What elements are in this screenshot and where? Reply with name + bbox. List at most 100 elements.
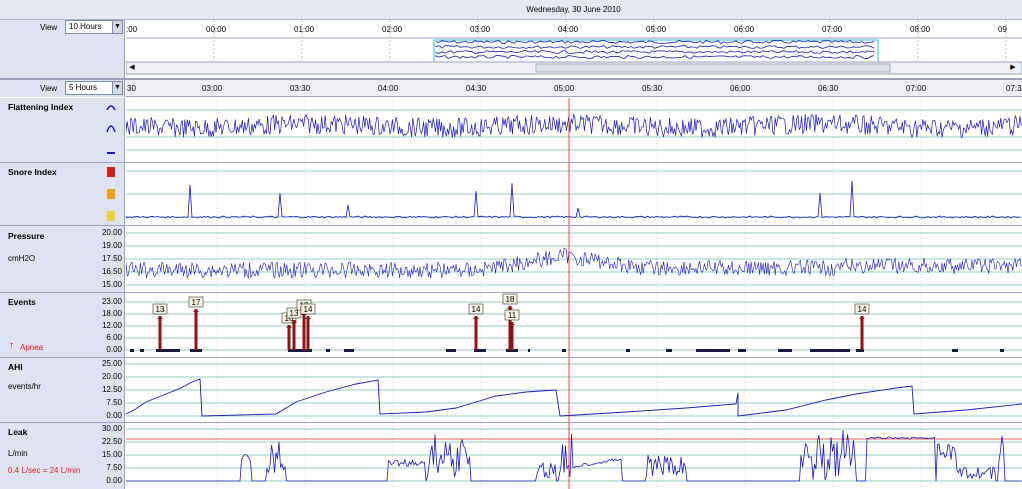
- snore-icon: [107, 167, 115, 177]
- event-marker: [1000, 349, 1004, 352]
- svg-text:18: 18: [506, 295, 515, 304]
- flattening-title: Flattening Index: [8, 102, 74, 112]
- y-axis-tick: 20.00: [101, 372, 122, 381]
- ahi-chart[interactable]: [126, 358, 1022, 422]
- scroll-right-icon[interactable]: ▶: [1008, 63, 1018, 73]
- event-label: 13: [152, 303, 168, 315]
- leak-trace: [126, 430, 1022, 482]
- svg-text:13: 13: [290, 309, 299, 318]
- ahi-left: AHI events/hr 25.00 20.00 12.50 7.50 0.00: [0, 358, 125, 422]
- events-left: Events ↑ Apnea 23.00 18.00 12.00 6.00 0.00: [0, 293, 125, 357]
- ahi-unit: events/hr: [8, 382, 41, 391]
- overview-time-tick: 07:00: [822, 25, 843, 34]
- snore-chart[interactable]: [126, 163, 1022, 225]
- detail-right-tick: 07:3: [1006, 84, 1022, 93]
- chevron-up-icon: [106, 105, 116, 111]
- detail-time-tick: 03:30: [290, 84, 311, 93]
- event-label: 17: [188, 296, 204, 308]
- apnea-icon: ↑: [9, 340, 14, 351]
- event-marker: [562, 349, 566, 352]
- event-label: 11: [504, 309, 520, 321]
- events-title: Events: [8, 297, 36, 307]
- apnea-icon: [193, 309, 199, 312]
- apnea-icon: [473, 316, 479, 319]
- overview-left-panel: View 10 Hours ▼: [0, 20, 125, 78]
- detail-time-tick: 05:30: [642, 84, 663, 93]
- y-axis-tick: 12.00: [101, 321, 122, 330]
- flattening-trace: [126, 113, 1022, 139]
- event-marker: [130, 349, 134, 352]
- event-label: 14: [468, 303, 484, 315]
- overview-chart[interactable]: :00 00:00 01:00 02:00 03:00 04:00 05:00 06:00 0…: [126, 20, 1022, 78]
- overview-time-tick: 03:00: [470, 25, 491, 34]
- pressure-trace: [126, 247, 1022, 279]
- detail-time-tick: 06:30: [818, 84, 839, 93]
- y-axis-tick: 7.50: [106, 398, 122, 407]
- y-axis-tick: 0.00: [106, 411, 122, 420]
- detail-time-tick: 07:00: [906, 84, 927, 93]
- detail-time-tick: 06:00: [730, 84, 751, 93]
- overview-time-tick: 00:00: [206, 25, 227, 34]
- detail-left-tick: 30: [127, 84, 136, 93]
- leak-title: Leak: [8, 427, 28, 437]
- overview-time-tick: 05:00: [646, 25, 667, 34]
- svg-text:13: 13: [156, 305, 165, 314]
- detail-time-tick: 03:00: [202, 84, 223, 93]
- overview-scrollbar-thumb[interactable]: [535, 63, 891, 73]
- apnea-icon: [157, 316, 163, 319]
- event-marker: [666, 349, 672, 352]
- snore-icon: [107, 211, 115, 221]
- detail-view-value: 5 Hours: [69, 83, 98, 92]
- y-axis-tick: 0.00: [106, 345, 122, 354]
- detail-view-select[interactable]: 5 Hours ▼: [65, 81, 123, 95]
- flattening-chart[interactable]: [126, 98, 1022, 162]
- event-marker: [626, 349, 630, 352]
- y-axis-tick: 15.00: [101, 280, 122, 289]
- event-marker: [810, 349, 850, 352]
- leak-chart[interactable]: [126, 423, 1022, 489]
- pressure-title: Pressure: [8, 231, 45, 241]
- apnea-icon: [305, 316, 311, 319]
- event-marker: [446, 349, 456, 352]
- chevron-mid-icon: [106, 125, 116, 133]
- date-title: Wednesday, 30 June 2010: [526, 5, 621, 14]
- detail-left-header: View 5 Hours ▼: [0, 80, 125, 97]
- apnea-icon: [507, 306, 513, 309]
- overview-time-tick: 02:00: [382, 25, 403, 34]
- apnea-legend: Apnea: [20, 343, 44, 352]
- event-label: 18: [502, 293, 518, 305]
- svg-text:14: 14: [472, 305, 481, 314]
- dropdown-icon[interactable]: ▼: [112, 82, 122, 94]
- svg-text:17: 17: [192, 298, 201, 307]
- svg-text:14: 14: [858, 305, 867, 314]
- detail-time-tick: 04:30: [466, 84, 487, 93]
- flattening-left: Flattening Index: [0, 98, 125, 162]
- event-marker: [778, 349, 792, 352]
- pressure-chart[interactable]: [126, 226, 1022, 292]
- y-axis-tick: 23.00: [101, 297, 122, 306]
- y-axis-tick: 20.00: [101, 228, 122, 237]
- overview-time-tick: 04:00: [558, 25, 579, 34]
- scroll-left-icon[interactable]: ◀: [127, 63, 137, 73]
- y-axis-tick: 25.00: [101, 359, 122, 368]
- detail-view-label: View: [40, 84, 58, 93]
- svg-text:11: 11: [508, 311, 517, 320]
- overview-view-select[interactable]: 10 Hours ▼: [65, 20, 123, 34]
- event-marker: [344, 349, 354, 352]
- y-axis-tick: 19.00: [101, 241, 122, 250]
- overview-view-value: 10 Hours: [69, 22, 102, 31]
- detail-time-tick: 05:00: [554, 84, 575, 93]
- apnea-icon: [859, 316, 865, 319]
- pressure-left: Pressure cmH2O 20.00 19.00 17.50 16.50 15.00: [0, 226, 125, 292]
- snore-title: Snore Index: [8, 167, 57, 177]
- apnea-icon: [286, 325, 292, 328]
- event-marker: [140, 349, 144, 352]
- leak-unit: L/min: [8, 449, 28, 458]
- events-chart[interactable]: 13171613131414181114: [126, 293, 1022, 357]
- dropdown-icon[interactable]: ▼: [112, 21, 122, 33]
- event-marker: [738, 349, 746, 352]
- overview-time-tick: 09: [998, 25, 1007, 34]
- overview-time-tick: 06:00: [734, 25, 755, 34]
- event-marker: [696, 349, 730, 352]
- detail-time-tick: 04:00: [378, 84, 399, 93]
